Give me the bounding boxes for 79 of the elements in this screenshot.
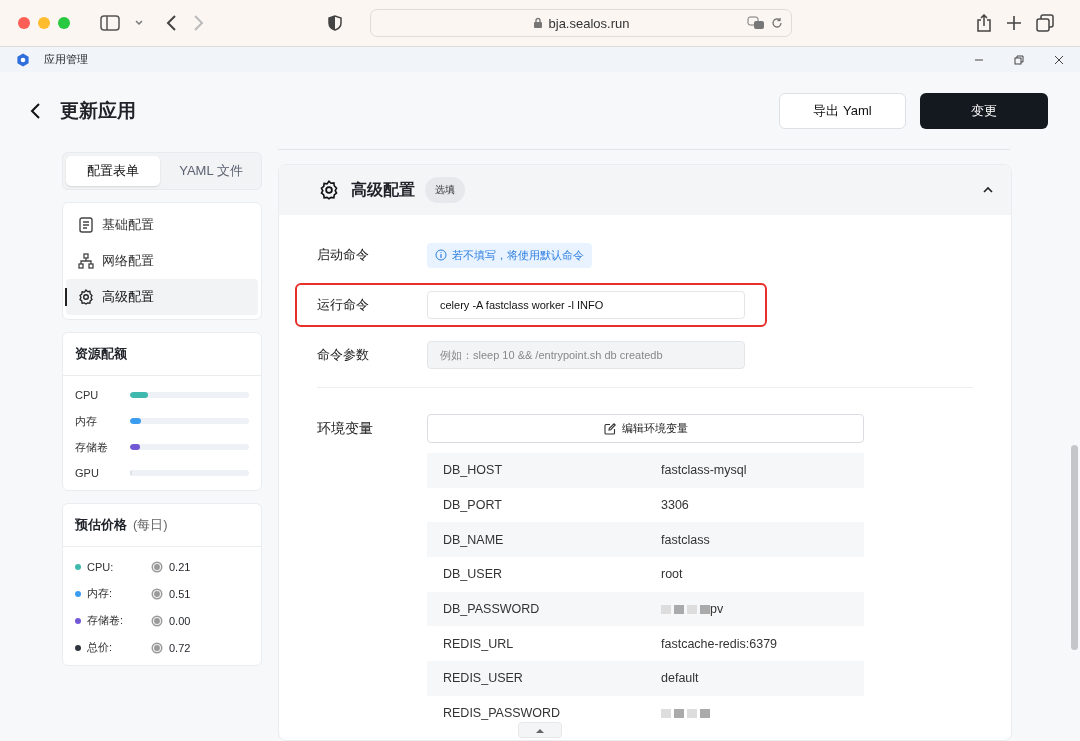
- close-icon[interactable]: [1054, 54, 1064, 65]
- chevron-down-icon[interactable]: [134, 19, 144, 27]
- env-value: default: [661, 671, 699, 686]
- caret-up-icon: [536, 727, 544, 733]
- env-key: DB_NAME: [427, 532, 661, 547]
- env-key: DB_PORT: [427, 498, 661, 513]
- coin-icon: [151, 614, 163, 627]
- price-value: 0.21: [169, 560, 191, 573]
- edit-icon: [603, 422, 616, 435]
- price-value: 0.00: [169, 614, 191, 627]
- document-icon: [78, 217, 94, 233]
- mode-tab[interactable]: 配置表单: [66, 156, 160, 186]
- card-title: 资源配额: [63, 333, 261, 376]
- page-title: 更新应用: [60, 99, 136, 123]
- app-logo-icon: [16, 52, 30, 67]
- plus-icon[interactable]: [1006, 15, 1022, 31]
- back-icon[interactable]: [166, 14, 178, 32]
- shield-icon[interactable]: [328, 15, 342, 31]
- nav-item[interactable]: 网络配置: [66, 243, 258, 279]
- app-title: 应用管理: [44, 52, 88, 67]
- close-window-icon[interactable]: [18, 17, 30, 29]
- env-value: fastclass-mysql: [661, 463, 747, 478]
- card-title: 预估价格: [75, 516, 127, 534]
- price-value: 0.51: [169, 587, 191, 600]
- coin-icon: [151, 641, 163, 654]
- scrollbar-thumb[interactable]: [1071, 445, 1078, 650]
- price-label: CPU:: [87, 560, 115, 573]
- price-label: 存储卷:: [87, 613, 125, 628]
- command-args-field[interactable]: 例如：sleep 10 && /entrypoint.sh db createdb: [427, 341, 745, 369]
- optional-badge: 选填: [425, 177, 465, 203]
- env-value: root: [661, 567, 683, 582]
- edit-env-button[interactable]: 编辑环境变量: [427, 414, 864, 443]
- settings-icon: [319, 180, 339, 200]
- field-label: 启动命令: [317, 246, 370, 264]
- section-title: 高级配置: [351, 179, 415, 200]
- field-label: 运行命令: [317, 296, 370, 314]
- env-value: fastcache-redis:6379: [661, 636, 778, 651]
- field-label: 环境变量: [317, 420, 374, 438]
- collapse-icon[interactable]: [983, 186, 993, 194]
- lock-icon: [532, 17, 543, 29]
- section-header[interactable]: 高级配置 选填: [279, 165, 1011, 215]
- sidebar-icon[interactable]: [100, 15, 120, 31]
- env-key: DB_PASSWORD: [427, 602, 661, 617]
- info-icon: [435, 249, 447, 261]
- price-label: 总价:: [87, 640, 114, 655]
- settings-icon: [78, 289, 94, 305]
- info-hint: 若不填写，将使用默认命令: [427, 242, 592, 268]
- field-label: 命令参数: [317, 346, 370, 364]
- env-key: DB_HOST: [427, 463, 661, 478]
- reload-icon[interactable]: [771, 17, 783, 29]
- env-key: REDIS_USER: [427, 671, 661, 686]
- network-icon: [78, 253, 94, 269]
- period-label: (每日): [133, 516, 168, 534]
- submit-button[interactable]: 变更: [920, 93, 1048, 129]
- restore-icon[interactable]: [1014, 54, 1024, 65]
- share-icon[interactable]: [976, 14, 992, 32]
- export-button[interactable]: 导出 Yaml: [779, 93, 906, 129]
- resource-label: GPU: [75, 467, 100, 479]
- price-label: 内存:: [87, 586, 114, 601]
- resource-label: 内存: [75, 413, 98, 429]
- coin-icon: [151, 560, 163, 573]
- env-value: pv: [710, 602, 724, 617]
- mode-tab[interactable]: YAML 文件: [164, 156, 258, 186]
- env-key: REDIS_URL: [427, 636, 661, 651]
- address-bar[interactable]: bja.sealos.run: [370, 9, 792, 37]
- tabs-icon[interactable]: [1036, 14, 1054, 32]
- run-command-field[interactable]: celery -A fastclass worker -l INFO: [427, 291, 745, 319]
- env-value: fastclass: [661, 532, 710, 547]
- resource-label: CPU: [75, 389, 100, 401]
- translate-icon[interactable]: [747, 16, 765, 30]
- resource-label: 存储卷: [75, 439, 109, 455]
- env-key: REDIS_PASSWORD: [427, 706, 661, 721]
- nav-item[interactable]: 基础配置: [66, 207, 258, 243]
- price-value: 0.72: [169, 641, 191, 654]
- env-value: 3306: [661, 498, 689, 513]
- env-key: DB_USER: [427, 567, 661, 582]
- coin-icon: [151, 587, 163, 600]
- back-icon[interactable]: [30, 102, 42, 120]
- nav-item[interactable]: 高级配置: [66, 279, 258, 315]
